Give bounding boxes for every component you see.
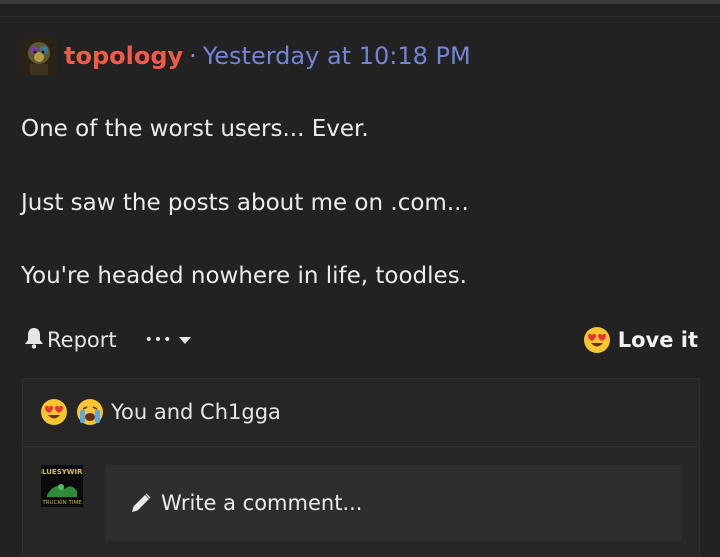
header-separator: ·	[189, 42, 197, 70]
reactions-divider	[23, 446, 699, 447]
bell-icon	[24, 327, 44, 354]
comment-placeholder: Write a comment...	[161, 491, 363, 515]
post-line: Just saw the posts about me on .com...	[21, 190, 469, 216]
caret-down-icon	[178, 335, 192, 345]
post-timestamp[interactable]: Yesterday at 10:18 PM	[203, 42, 471, 70]
username-link[interactable]: topology	[64, 42, 183, 70]
top-divider	[0, 16, 720, 17]
heart-eyes-emoji-icon	[583, 327, 610, 353]
report-button[interactable]: Report	[24, 327, 117, 354]
more-dots: •••	[144, 332, 173, 348]
post-actions: Report •••	[24, 325, 192, 355]
comment-input[interactable]: Write a comment...	[105, 465, 681, 541]
more-options-button[interactable]: •••	[145, 332, 193, 348]
crying-emoji-icon	[77, 399, 103, 425]
reactions-summary-text: You and Ch1gga	[111, 400, 281, 424]
love-it-button[interactable]: Love it	[583, 325, 698, 355]
reactions-summary[interactable]: You and Ch1gga	[41, 399, 281, 425]
love-it-label: Love it	[617, 328, 698, 352]
post-line: One of the worst users... Ever.	[21, 116, 369, 142]
current-user-avatar[interactable]: BLUESYWIRE TRUCKIN TIME	[41, 465, 83, 507]
report-label: Report	[47, 328, 117, 352]
post-header: topology · Yesterday at 10:18 PM	[20, 37, 471, 75]
top-border	[0, 0, 720, 4]
pencil-icon	[129, 491, 153, 515]
avatar-logo-text-top: BLUESYWIRE	[41, 468, 83, 476]
avatar-logo-text-bottom: TRUCKIN TIME	[41, 500, 82, 506]
avatar[interactable]	[20, 37, 58, 75]
heart-eyes-emoji-icon	[41, 399, 67, 425]
post-line: You're headed nowhere in life, toodles.	[21, 263, 467, 289]
reactions-panel: You and Ch1gga BLUESYWIRE TRUCKIN TIME W…	[22, 378, 700, 557]
